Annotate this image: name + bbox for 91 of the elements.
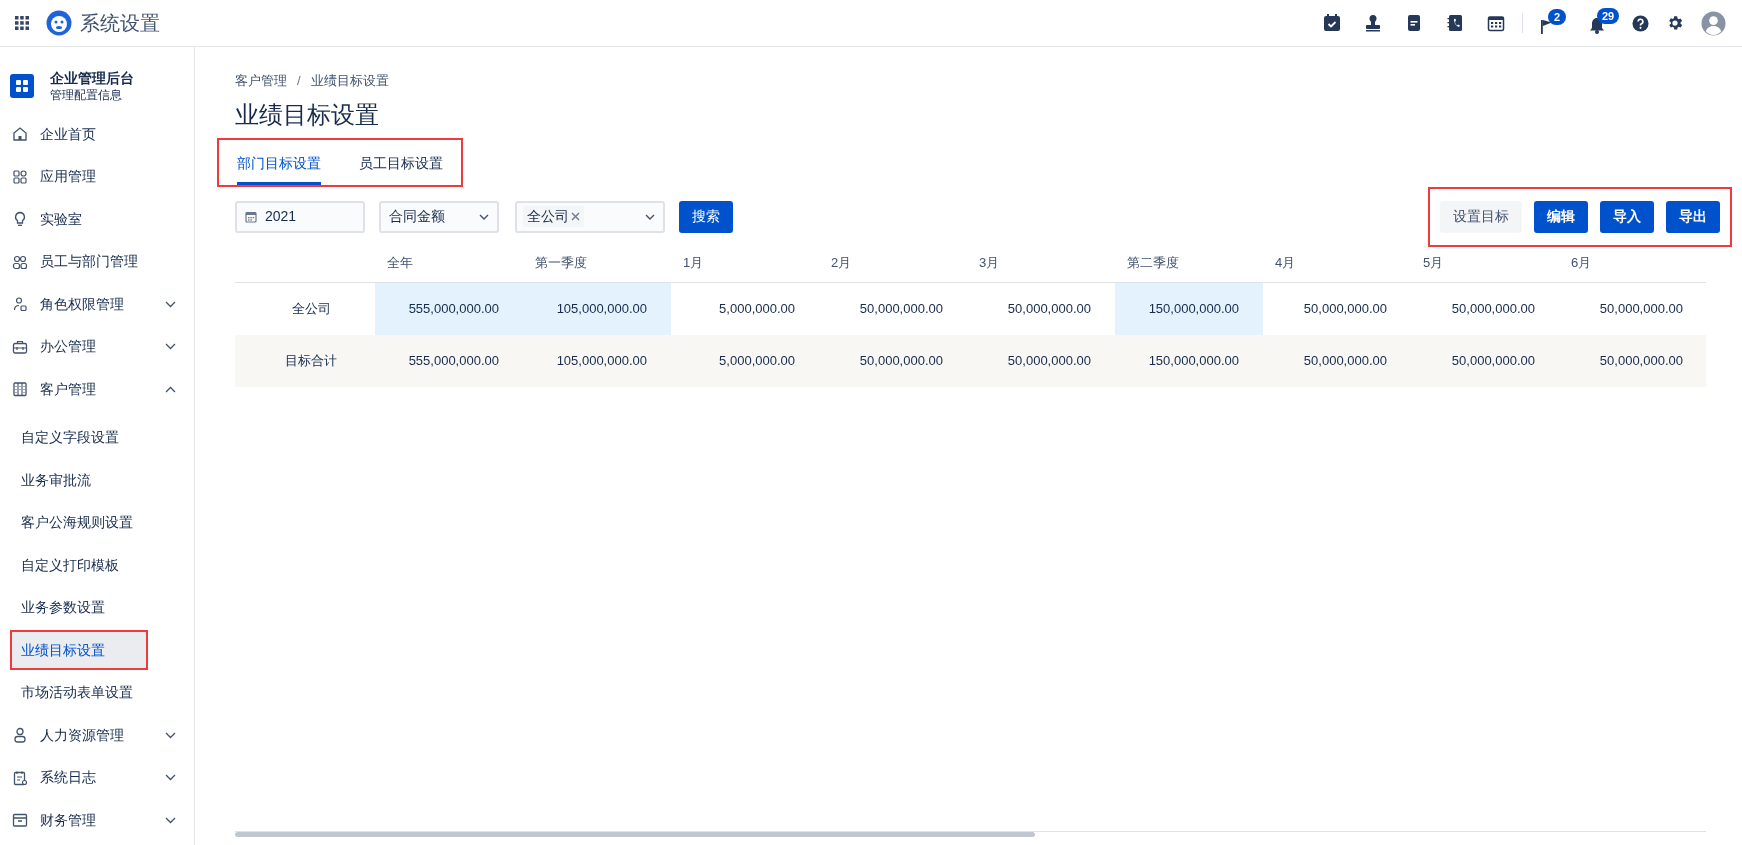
sidebar-item[interactable]: 角色权限管理 [0,283,194,326]
year-picker[interactable]: 2021 [235,200,365,233]
table-cell: 555,000,000.00 [375,282,523,335]
sidebar-subitem[interactable]: 业绩目标设置 [10,630,148,671]
sidebar-item[interactable]: 财务管理 [0,799,194,842]
stamp-icon[interactable] [1364,14,1382,32]
column-header: 全年 [386,254,414,273]
table-cell-text: 50,000,000.00 [1302,351,1388,370]
chevron-down-icon [479,213,489,220]
notification-badge: 29 [1597,8,1620,24]
row-label: 目标合计 [284,351,338,370]
help-icon[interactable] [1632,14,1649,32]
table-cell-text: 50,000,000.00 [1450,351,1536,370]
archive-box-icon [12,812,28,829]
table-cell-text: 50,000,000.00 [1450,299,1536,318]
table-cell-text: 50,000,000.00 [1302,299,1388,318]
chevron-down-icon [645,213,655,220]
column-header: 6月 [1570,254,1593,273]
tab[interactable]: 部门目标设置 [237,145,321,185]
sidebar-item[interactable]: 人力资源管理 [0,714,194,757]
table-cell-text: 50,000,000.00 [1598,351,1684,370]
apps-icon [12,168,28,185]
sidebar-subitem[interactable]: 自定义打印模板 [10,545,148,586]
remove-tag-icon[interactable] [571,212,580,221]
notification-badge: 2 [1548,9,1567,25]
sidebar-subitem[interactable]: 自定义字段设置 [10,417,148,458]
sidebar-item[interactable]: 应用管理 [0,155,194,198]
sidebar-subitem[interactable]: 客户公海规则设置 [10,502,148,543]
lightbulb-icon [12,211,28,228]
document-icon[interactable] [1405,14,1423,32]
logo-icon [46,10,72,36]
search-button[interactable]: 搜索 [679,200,733,233]
table-cell-text: 5,000,000.00 [718,351,796,370]
app-grid-icon[interactable] [14,15,30,31]
people-icon [12,253,28,270]
sidebar-subitem[interactable]: 业务参数设置 [10,587,148,628]
page-title: 业绩目标设置 [235,99,380,130]
column-header: 2月 [830,254,853,273]
table-cell-text: 50,000,000.00 [858,351,944,370]
column-header: 5月 [1422,254,1445,273]
column-header: 第一季度 [534,254,588,273]
breadcrumb-current: 业绩目标设置 [310,72,389,90]
tab[interactable]: 员工目标设置 [359,145,443,185]
action-button[interactable]: 设置目标 [1440,200,1522,233]
calendar-icon[interactable] [1487,14,1505,32]
briefcase-icon [12,338,28,355]
sidebar-item[interactable]: 企业首页 [0,113,194,156]
column-header: 4月 [1274,254,1297,273]
table-cell-text: 5,000,000.00 [718,299,796,318]
column-header: 第二季度 [1126,254,1180,273]
horizontal-scrollbar[interactable] [235,831,1706,837]
person-icon [12,727,28,744]
table-cell-text: 50,000,000.00 [1006,299,1092,318]
calendar-check-icon[interactable] [1323,14,1341,32]
table-cell-text: 150,000,000.00 [1147,351,1240,370]
sidebar-item[interactable]: 系统日志 [0,756,194,799]
breadcrumb-link[interactable]: 客户管理 [235,71,287,91]
action-button[interactable]: 导出 [1666,200,1720,233]
sidebar-subitem[interactable]: 业务审批流 [10,460,148,501]
table-cell-text: 105,000,000.00 [555,351,648,370]
metric-select[interactable]: 合同金额 [379,200,499,233]
org-name: 企业管理后台 [50,69,134,87]
table-cell-text: 555,000,000.00 [407,351,500,370]
home-icon [12,126,28,143]
column-header: 3月 [978,254,1001,273]
sidebar-item[interactable]: 员工与部门管理 [0,240,194,283]
settings-icon[interactable] [1666,14,1684,32]
person-lock-icon [12,296,28,313]
table-cell: 150,000,000.00 [1115,282,1263,335]
sidebar-item[interactable]: 实验室 [0,198,194,241]
breadcrumb-separator: / [297,72,301,90]
sidebar-item[interactable]: 客户管理 [0,368,194,411]
org-logo-icon [10,74,34,98]
sidebar-item[interactable]: 办公管理 [0,325,194,368]
table-cell-text: 50,000,000.00 [1598,299,1684,318]
org-subtitle: 管理配置信息 [50,87,123,103]
table-cell: 105,000,000.00 [523,282,671,335]
scope-select[interactable]: 全公司 [515,200,665,233]
column-header: 1月 [682,254,705,273]
phone-book-icon[interactable] [1446,14,1464,32]
sidebar-subitem[interactable]: 市场活动表单设置 [10,672,148,713]
table-cell-text: 50,000,000.00 [1006,351,1092,370]
action-button[interactable]: 编辑 [1534,200,1588,233]
app-title: 系统设置 [80,11,160,36]
calendar-icon [245,210,257,223]
table-cell-text: 50,000,000.00 [858,299,944,318]
clipboard-icon [12,769,28,786]
row-label: 全公司 [290,299,332,318]
building-icon [12,381,28,398]
action-button[interactable]: 导入 [1600,200,1654,233]
avatar-icon[interactable] [1701,10,1726,36]
